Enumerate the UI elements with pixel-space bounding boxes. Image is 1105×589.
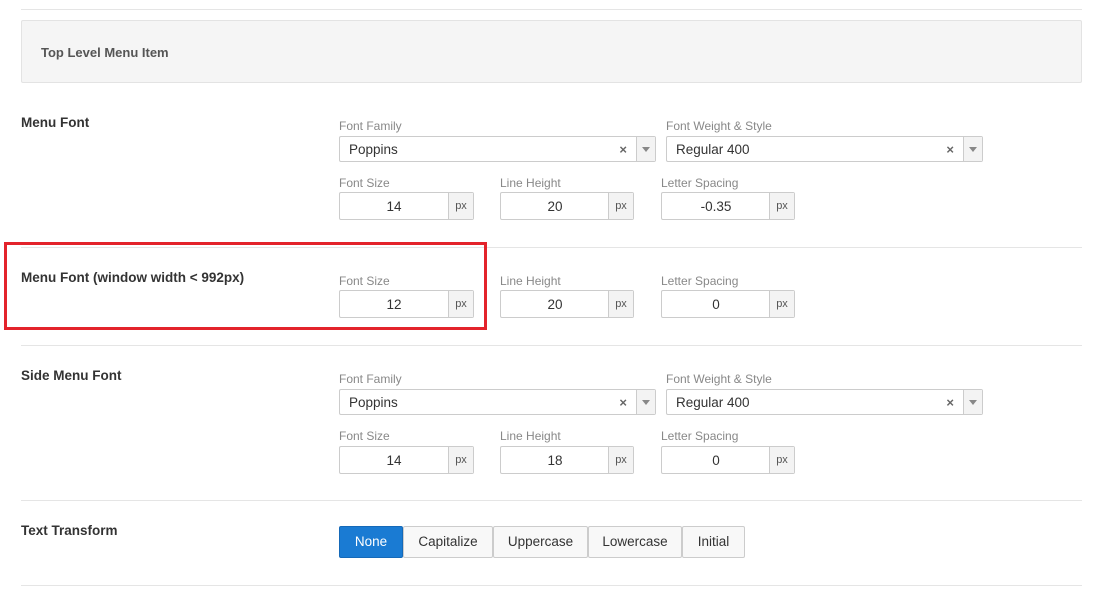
unit-label: px [448,193,473,219]
side-letter-spacing-label: Letter Spacing [661,429,739,443]
section-header: Top Level Menu Item [21,20,1082,83]
side-line-height-label: Line Height [500,429,561,443]
chevron-down-icon[interactable] [963,137,982,161]
menu-font-family-label: Font Family [339,119,402,133]
unit-label: px [769,291,794,317]
text-transform-lowercase-button[interactable]: Lowercase [588,526,682,558]
menu-font-label: Menu Font [21,115,90,130]
menu-font-weight-select[interactable]: Regular 400 × [666,136,983,162]
select-value: Poppins [349,395,398,410]
unit-label: px [448,447,473,473]
side-font-weight-label: Font Weight & Style [666,372,772,386]
text-transform-initial-button[interactable]: Initial [682,526,745,558]
side-letter-spacing-input[interactable]: 0 px [661,446,795,474]
section-title: Top Level Menu Item [41,45,169,60]
text-transform-uppercase-button[interactable]: Uppercase [493,526,588,558]
unit-label: px [769,447,794,473]
menu-letter-spacing-input[interactable]: -0.35 px [661,192,795,220]
side-font-size-input[interactable]: 14 px [339,446,474,474]
side-font-weight-select[interactable]: Regular 400 × [666,389,983,415]
input-value: 20 [547,199,563,214]
input-value: 14 [386,199,402,214]
input-value: -0.35 [700,199,732,214]
divider [21,585,1082,586]
input-value: 14 [386,453,402,468]
highlight-box [4,242,487,330]
input-value: 20 [547,297,563,312]
divider [21,345,1082,346]
menu-letter-spacing-label: Letter Spacing [661,176,739,190]
select-value: Poppins [349,142,398,157]
clear-icon[interactable]: × [619,395,627,410]
chevron-down-icon[interactable] [636,390,655,414]
text-transform-capitalize-button[interactable]: Capitalize [403,526,493,558]
side-line-height-input[interactable]: 18 px [500,446,634,474]
menu-small-letter-spacing-label: Letter Spacing [661,274,739,288]
input-value: 0 [712,297,720,312]
side-menu-font-label: Side Menu Font [21,368,122,383]
select-value: Regular 400 [676,142,750,157]
side-font-family-select[interactable]: Poppins × [339,389,656,415]
chevron-down-icon[interactable] [636,137,655,161]
menu-font-size-input[interactable]: 14 px [339,192,474,220]
clear-icon[interactable]: × [946,395,954,410]
menu-small-line-height-input[interactable]: 20 px [500,290,634,318]
menu-font-size-label: Font Size [339,176,390,190]
top-divider [21,9,1082,10]
side-font-family-label: Font Family [339,372,402,386]
input-value: 18 [547,453,563,468]
side-font-size-label: Font Size [339,429,390,443]
clear-icon[interactable]: × [946,142,954,157]
chevron-down-icon[interactable] [963,390,982,414]
unit-label: px [608,447,633,473]
text-transform-label: Text Transform [21,523,118,538]
select-value: Regular 400 [676,395,750,410]
text-transform-none-button[interactable]: None [339,526,403,558]
clear-icon[interactable]: × [619,142,627,157]
menu-line-height-input[interactable]: 20 px [500,192,634,220]
divider [21,500,1082,501]
input-value: 0 [712,453,720,468]
menu-small-line-height-label: Line Height [500,274,561,288]
unit-label: px [608,291,633,317]
unit-label: px [608,193,633,219]
unit-label: px [769,193,794,219]
menu-font-family-select[interactable]: Poppins × [339,136,656,162]
menu-line-height-label: Line Height [500,176,561,190]
menu-small-letter-spacing-input[interactable]: 0 px [661,290,795,318]
menu-font-weight-label: Font Weight & Style [666,119,772,133]
